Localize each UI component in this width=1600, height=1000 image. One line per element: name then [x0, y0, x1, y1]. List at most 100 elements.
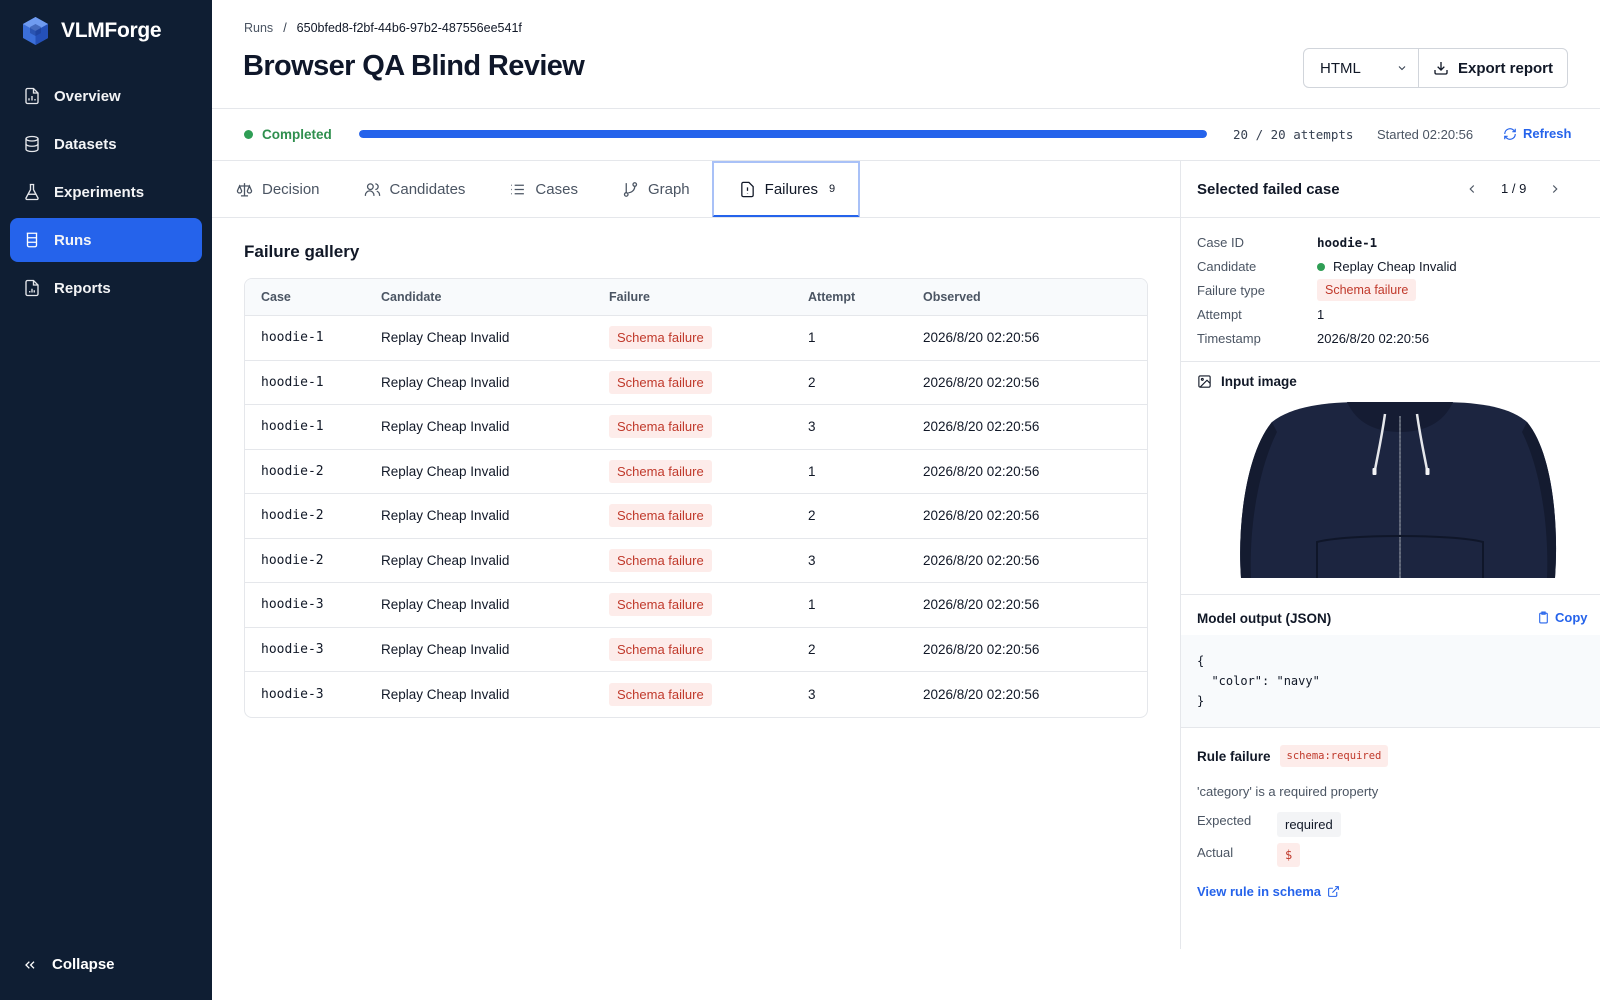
failure-badge: Schema failure [609, 459, 712, 483]
failure-gallery-title: Failure gallery [244, 242, 360, 261]
table-row[interactable]: hoodie-2 Replay Cheap Invalid Schema failu… [245, 494, 1147, 539]
failure-cell: Schema failure [609, 370, 808, 394]
candidate-value-wrap: Replay Cheap Invalid [1317, 259, 1457, 274]
status-dot-icon [244, 130, 253, 139]
failure-type-label: Failure type [1197, 283, 1265, 298]
report-icon [25, 279, 39, 297]
attempt-cell: 3 [808, 686, 816, 702]
collapse-label: Collapse [52, 956, 115, 973]
attempt-cell: 3 [808, 552, 816, 568]
failure-badge: Schema failure [609, 548, 712, 572]
tab-label: Candidates [389, 181, 466, 198]
case-cell: hoodie-2 [261, 552, 324, 568]
rule-failure-label: Rule failure [1197, 748, 1271, 764]
candidate-status-dot-icon [1317, 262, 1325, 271]
page-title: Browser QA Blind Review [243, 50, 585, 82]
tab-decision[interactable]: Decision [212, 161, 342, 218]
refresh-button[interactable]: Refresh [1503, 126, 1571, 141]
run-progress-fill [359, 130, 1207, 138]
model-output-heading: Model output (JSON) [1197, 611, 1332, 626]
failure-badge: Schema failure [609, 504, 712, 528]
observed-cell: 2026/8/20 02:20:56 [923, 374, 1040, 390]
sidebar-item-label: Runs [54, 231, 92, 249]
case-id-label: Case ID [1197, 235, 1244, 250]
failure-cell: Schema failure [609, 326, 808, 350]
collapse-sidebar-button[interactable]: Collapse [22, 956, 115, 973]
table-header: Case Candidate Failure Attempt Observed [245, 279, 1147, 316]
table-row[interactable]: hoodie-2 Replay Cheap Invalid Schema failu… [245, 539, 1147, 583]
sidebar: VLMForge Overview Datasets Experiments R… [0, 0, 212, 1000]
chevron-right-icon[interactable] [1548, 182, 1562, 196]
column-header-observed[interactable]: Observed [923, 290, 1143, 304]
app-logo[interactable]: VLMForge [22, 16, 162, 46]
chevron-down-icon [1398, 66, 1406, 71]
sidebar-item-runs[interactable]: Runs [10, 218, 202, 262]
case-pager: 1 / 9 [1465, 181, 1562, 196]
breadcrumb-runs-link[interactable]: Runs [244, 21, 273, 35]
scale-icon [236, 183, 253, 197]
breadcrumb-separator: / [283, 21, 287, 35]
table-row[interactable]: hoodie-3 Replay Cheap Invalid Schema failu… [245, 672, 1147, 717]
observed-cell: 2026/8/20 02:20:56 [923, 330, 1040, 346]
candidate-cell: Replay Cheap Invalid [381, 330, 510, 346]
table-row[interactable]: hoodie-1 Replay Cheap Invalid Schema failu… [245, 361, 1147, 405]
case-cell: hoodie-3 [261, 686, 324, 702]
external-link-icon [1328, 886, 1339, 897]
failure-badge: Schema failure [609, 370, 712, 394]
table-row[interactable]: hoodie-3 Replay Cheap Invalid Schema failu… [245, 628, 1147, 672]
table-row[interactable]: hoodie-1 Replay Cheap Invalid Schema failu… [245, 316, 1147, 361]
column-header-case[interactable]: Case [245, 290, 381, 304]
failure-badge: Schema failure [609, 326, 712, 350]
sidebar-item-datasets[interactable]: Datasets [10, 122, 202, 166]
tab-cases[interactable]: Cases [487, 161, 600, 218]
candidate-cell: Replay Cheap Invalid [381, 641, 510, 657]
copy-button[interactable]: Copy [1537, 610, 1588, 625]
failure-badge: Schema failure [609, 415, 712, 439]
export-report-button[interactable]: Export report [1418, 48, 1568, 88]
attempt-cell: 1 [808, 330, 816, 346]
export-format-select[interactable]: HTML [1303, 48, 1419, 88]
attempt-cell: 3 [808, 419, 816, 435]
candidate-cell: Replay Cheap Invalid [381, 686, 510, 702]
timestamp-value: 2026/8/20 02:20:56 [1317, 331, 1430, 346]
view-rule-link[interactable]: View rule in schema [1197, 884, 1340, 899]
panel-title: Selected failed case [1197, 181, 1340, 198]
attempt-cell: 2 [808, 641, 816, 657]
table-row[interactable]: hoodie-2 Replay Cheap Invalid Schema failu… [245, 450, 1147, 494]
table-body: hoodie-1 Replay Cheap Invalid Schema failu… [245, 316, 1147, 717]
attempt-label: Attempt [1197, 307, 1242, 322]
sidebar-item-experiments[interactable]: Experiments [10, 170, 202, 214]
breadcrumb: Runs / 650bfed8-f2bf-44b6-97b2-487556ee5… [244, 21, 522, 35]
table-row[interactable]: hoodie-3 Replay Cheap Invalid Schema failu… [245, 583, 1147, 628]
refresh-label: Refresh [1523, 126, 1572, 141]
tab-graph[interactable]: Graph [600, 161, 712, 218]
actual-label: Actual [1197, 845, 1234, 860]
download-icon [1434, 62, 1448, 75]
observed-cell: 2026/8/20 02:20:56 [923, 597, 1040, 613]
file-alert-icon [740, 181, 754, 197]
chevron-left-icon[interactable] [1465, 182, 1479, 196]
column-header-candidate[interactable]: Candidate [381, 290, 609, 304]
git-branch-icon [623, 182, 638, 197]
failure-badge: Schema failure [609, 682, 712, 706]
panel-divider [1181, 361, 1600, 362]
case-cell: hoodie-3 [261, 641, 324, 657]
rule-failure-heading: Rule failure schema:required [1197, 745, 1389, 767]
tab-candidates[interactable]: Candidates [342, 161, 488, 218]
input-image [1197, 402, 1600, 578]
table-row[interactable]: hoodie-1 Replay Cheap Invalid Schema failu… [245, 405, 1147, 450]
sidebar-item-overview[interactable]: Overview [10, 74, 202, 118]
column-header-attempt[interactable]: Attempt [808, 290, 923, 304]
observed-cell: 2026/8/20 02:20:56 [923, 463, 1040, 479]
tab-label: Failures [764, 180, 819, 198]
export-report-label: Export report [1457, 59, 1553, 77]
failure-cell: Schema failure [609, 593, 808, 617]
sidebar-item-reports[interactable]: Reports [10, 266, 202, 310]
panel-divider [1181, 217, 1600, 218]
tab-failures[interactable]: Failures 9 [711, 161, 861, 218]
sidebar-item-label: Reports [54, 279, 111, 297]
column-header-failure[interactable]: Failure [609, 290, 808, 304]
candidate-cell: Replay Cheap Invalid [381, 552, 510, 568]
failure-cell: Schema failure [609, 548, 808, 572]
copy-label: Copy [1555, 610, 1588, 625]
